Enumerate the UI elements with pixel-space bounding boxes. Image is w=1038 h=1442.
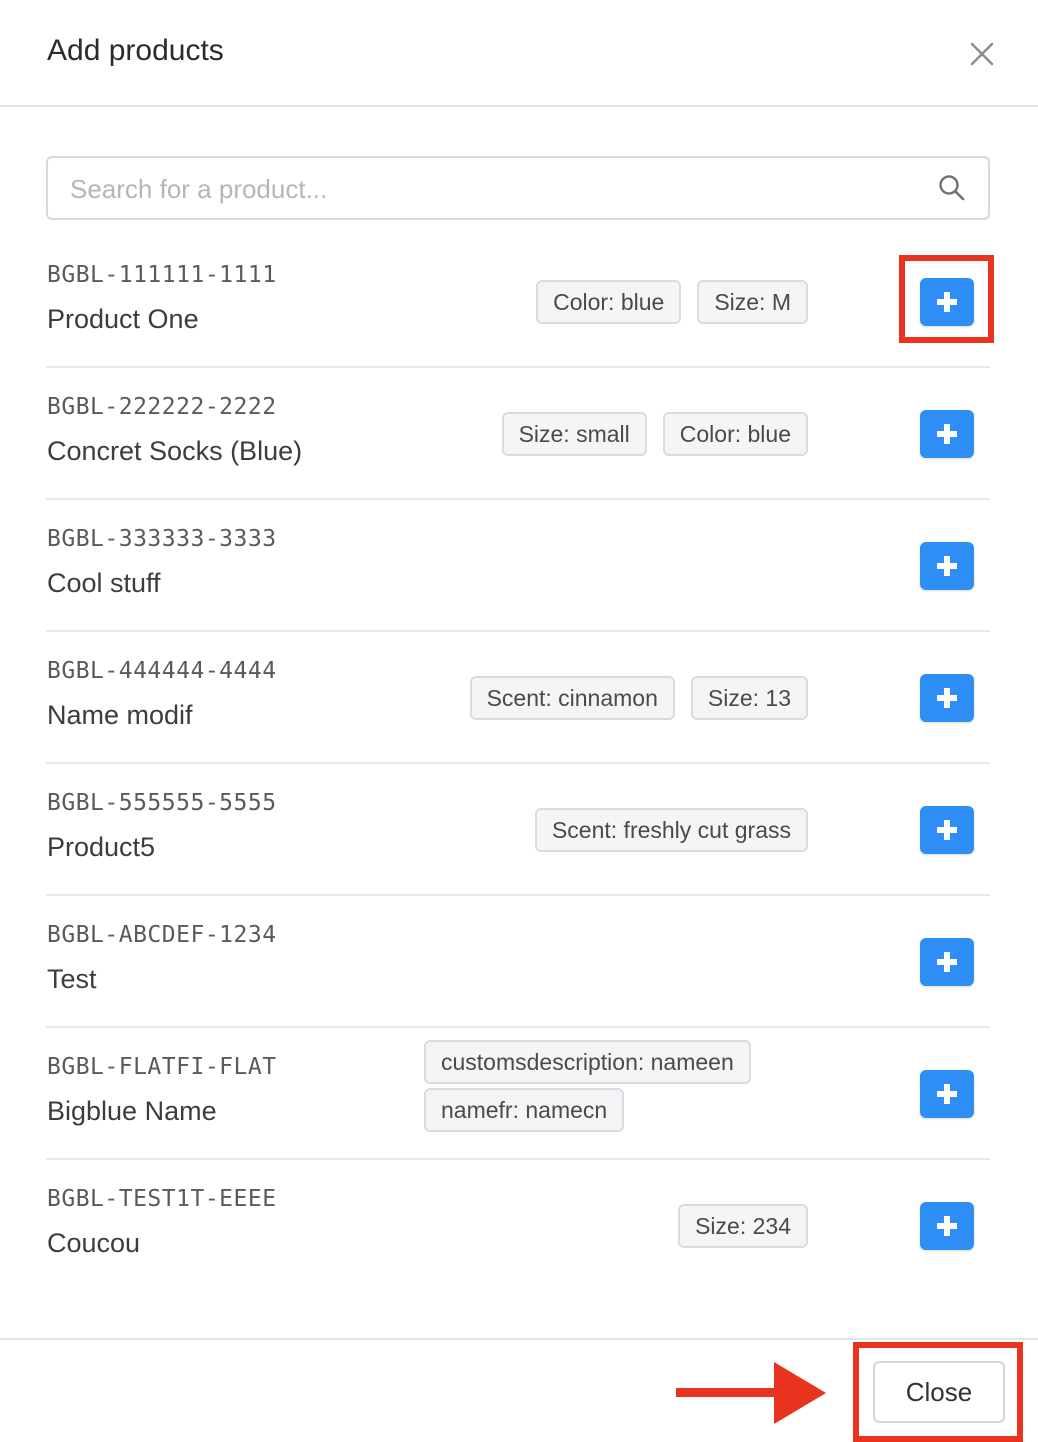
product-attributes: Size: small Color: blue	[501, 412, 808, 456]
product-row: BGBL-FLATFI-FLAT Bigblue Name customsdescr…	[46, 1028, 990, 1160]
product-row: BGBL-111111-1111 Product One Color: blue Si…	[46, 236, 990, 368]
product-sku: BGBL-TEST1T-EEEE	[47, 1186, 277, 1212]
search-input[interactable]	[70, 170, 920, 208]
attribute-tag: Scent: cinnamon	[469, 676, 675, 720]
product-name: Bigblue Name	[47, 1096, 217, 1126]
product-name: Concret Socks (Blue)	[47, 436, 303, 466]
attribute-tag: Size: 234	[678, 1204, 808, 1248]
product-row: BGBL-333333-3333 Cool stuff	[46, 500, 990, 632]
product-sku: BGBL-555555-5555	[47, 790, 277, 816]
product-row: BGBL-TEST1T-EEEE Coucou Size: 234	[46, 1160, 990, 1292]
product-sku: BGBL-333333-3333	[47, 526, 277, 552]
modal-header: Add products	[0, 0, 1038, 107]
product-sku: BGBL-444444-4444	[47, 658, 277, 684]
plus-icon	[937, 952, 957, 972]
product-name: Product One	[47, 304, 199, 334]
product-attributes: Size: 234	[678, 1204, 808, 1248]
add-product-button[interactable]	[920, 1070, 974, 1118]
attribute-tag: customsdescription: nameen	[424, 1040, 751, 1084]
product-sku: BGBL-FLATFI-FLAT	[47, 1054, 277, 1080]
plus-icon	[937, 424, 957, 444]
modal-title: Add products	[47, 34, 224, 67]
product-name: Test	[47, 964, 97, 994]
product-sku: BGBL-222222-2222	[47, 394, 277, 420]
product-attributes: customsdescription: nameen namefr: namecn	[424, 1040, 751, 1132]
search-box	[46, 156, 990, 220]
product-row: BGBL-555555-5555 Product5 Scent: freshly c…	[46, 764, 990, 896]
product-name: Coucou	[47, 1228, 141, 1258]
attribute-tag: Size: small	[501, 412, 647, 456]
add-product-button[interactable]	[920, 806, 974, 854]
plus-icon	[937, 292, 957, 312]
plus-icon	[937, 1084, 957, 1104]
product-attributes: Color: blue Size: M	[536, 280, 808, 324]
plus-icon	[937, 1216, 957, 1236]
product-row: BGBL-444444-4444 Name modif Scent: cinnamo…	[46, 632, 990, 764]
close-button[interactable]: Close	[873, 1361, 1005, 1423]
close-icon[interactable]	[966, 38, 998, 70]
add-product-button[interactable]	[920, 938, 974, 986]
attribute-tag: Scent: freshly cut grass	[534, 808, 808, 852]
add-product-button[interactable]	[920, 410, 974, 458]
attribute-tag: namefr: namecn	[424, 1088, 625, 1132]
plus-icon	[937, 688, 957, 708]
product-attributes: Scent: cinnamon Size: 13	[469, 676, 808, 720]
add-product-button[interactable]	[920, 1202, 974, 1250]
attribute-tag: Color: blue	[662, 412, 808, 456]
product-name: Cool stuff	[47, 568, 161, 598]
attribute-tag: Color: blue	[536, 280, 682, 324]
arrow-annotation	[676, 1362, 826, 1424]
add-product-button[interactable]	[920, 278, 974, 326]
product-row: BGBL-ABCDEF-1234 Test	[46, 896, 990, 1028]
product-sku: BGBL-111111-1111	[47, 262, 277, 288]
product-sku: BGBL-ABCDEF-1234	[47, 922, 277, 948]
plus-icon	[937, 556, 957, 576]
add-products-modal: Add products BGBL-111111-1111 Product One…	[0, 0, 1038, 1442]
product-attributes: Scent: freshly cut grass	[534, 808, 808, 852]
product-list: BGBL-111111-1111 Product One Color: blue Si…	[46, 236, 990, 1292]
plus-icon	[937, 820, 957, 840]
attribute-tag: Size: M	[697, 280, 808, 324]
product-name: Name modif	[47, 700, 193, 730]
attribute-tag: Size: 13	[690, 676, 808, 720]
add-product-button[interactable]	[920, 542, 974, 590]
product-name: Product5	[47, 832, 156, 862]
search-icon[interactable]	[938, 174, 966, 202]
add-product-button[interactable]	[920, 674, 974, 722]
product-row: BGBL-222222-2222 Concret Socks (Blue) Size…	[46, 368, 990, 500]
